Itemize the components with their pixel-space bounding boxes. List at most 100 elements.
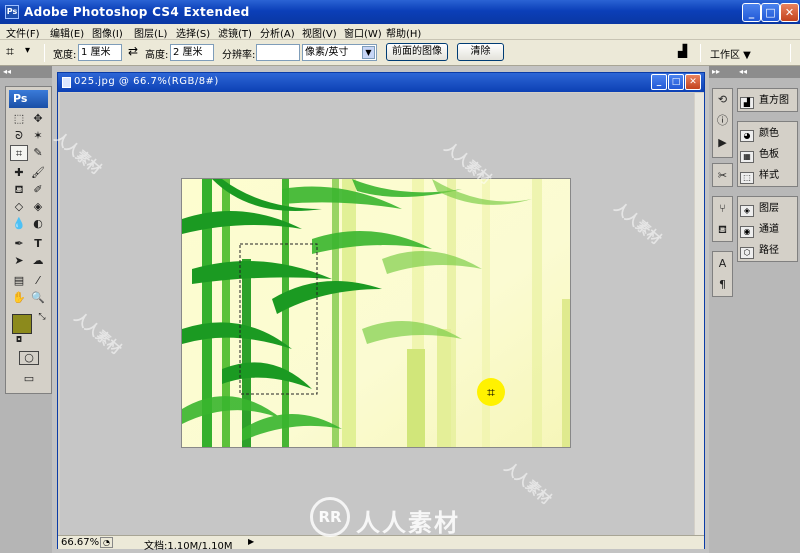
resolution-input[interactable] [256,44,300,61]
channels-icon: ◉ [740,226,754,238]
move-icon[interactable]: ✥ [29,111,47,127]
menu-file[interactable]: 文件(F) [6,25,40,40]
close-button[interactable]: ✕ [780,3,799,22]
menu-analysis[interactable]: 分析(A) [260,25,295,40]
slice-icon[interactable]: ✎ [29,145,47,161]
paragraph-icon[interactable]: ¶ [714,276,731,293]
tool-preset-chevron-icon[interactable]: ▾ [25,45,30,56]
watermark-text: 人人素材 [50,129,104,178]
styles-icon: ⬚ [740,172,754,184]
notes-icon[interactable]: ▤ [10,273,28,289]
menu-edit[interactable]: 编辑(E) [50,25,84,40]
status-arrow-icon[interactable]: ▶ [248,537,257,546]
menu-help[interactable]: 帮助(H) [386,25,421,40]
toolbox: Ps ⬚ ✥ ᘐ ✶ ⌗ ✎ ✚ 🖌 ⛾ ✐ ◇ ◈ 💧 ◐ ✒ T ➤ ☁ ▤… [5,86,52,394]
doc-close-button[interactable]: ✕ [685,74,701,90]
collapse-left-icon[interactable]: ◂◂ [0,66,52,78]
crop-icon[interactable]: ⌗ [6,44,14,60]
path-selection-icon[interactable]: ➤ [10,253,28,269]
panel-tab-channels[interactable]: ◉ 通道 [740,221,798,239]
height-input[interactable]: 2 厘米 [170,44,214,61]
magic-wand-icon[interactable]: ✶ [29,128,47,144]
foreground-color-swatch[interactable] [12,314,32,334]
options-bar: ⌗ ▾ 宽度: 1 厘米 ⇄ 高度: 2 厘米 分辨率: 像素/英寸 ▼ 前面的图… [0,40,800,66]
expand-icon[interactable]: ◂◂ [736,66,800,78]
pen-icon[interactable]: ✒ [10,236,28,252]
canvas-area[interactable]: ⌗ 人人素材 人人素材 人人素材 人人素材 人人素材 [51,93,694,536]
bamboo-image[interactable]: ⌗ [181,178,571,448]
lasso-icon[interactable]: ᘐ [10,128,28,144]
ps-app-icon: Ps [5,5,19,19]
quick-mask-icon[interactable]: ○ [19,351,39,365]
tools-preset-icon[interactable]: ✂ [714,167,731,184]
watermark-logo: RR [310,497,350,537]
status-icon[interactable]: ◔ [100,537,113,548]
watermark-text: 人人素材 [70,309,124,358]
paths-icon: ⬡ [740,247,754,259]
minimize-button[interactable]: _ [742,3,761,22]
eyedropper-icon[interactable]: ⁄ [29,273,47,289]
menu-filter[interactable]: 滤镜(T) [218,25,252,40]
blur-icon[interactable]: 💧 [10,216,28,232]
width-input[interactable]: 1 厘米 [78,44,122,61]
menu-layer[interactable]: 图层(L) [134,25,167,40]
panel-tab-styles[interactable]: ⬚ 样式 [740,167,798,185]
menu-view[interactable]: 视图(V) [302,25,337,40]
document-icon [62,77,71,88]
doc-minimize-button[interactable]: _ [651,74,667,90]
panel-tab-layers[interactable]: ◈ 图层 [740,200,798,218]
panel-tab-swatches[interactable]: ▦ 色板 [740,146,798,164]
panel-group-layers: ◈ 图层 ◉ 通道 ⬡ 路径 [737,196,798,262]
panel-tab-histogram[interactable]: ▟ 直方图 [740,92,798,110]
type-icon[interactable]: T [29,236,47,252]
chevron-down-icon[interactable]: ▼ [362,46,375,59]
clone-stamp-icon[interactable]: ⛾ [10,182,28,198]
menu-window[interactable]: 窗口(W) [344,25,382,40]
doc-maximize-button[interactable]: □ [668,74,684,90]
history-icon[interactable]: ⟲ [714,91,731,108]
collapse-icon[interactable]: ▸▸ [709,66,736,78]
custom-shape-icon[interactable]: ☁ [29,253,47,269]
bamboo-illustration: ⌗ [182,179,570,447]
watermark-brand: 人人素材 [356,509,460,537]
workspace-menu[interactable]: 工作区 ▼ [710,46,751,61]
crop-tool-icon[interactable]: ⌗ [10,145,28,161]
title-bar: Ps Adobe Photoshop CS4 Extended _ □ ✕ [0,0,800,24]
clone-source-icon[interactable]: ⛾ [714,221,731,238]
crop-cursor-icon: ⌗ [487,385,495,401]
dodge-icon[interactable]: ◐ [29,216,47,232]
actions-icon[interactable]: ▶ [714,134,731,151]
zoom-level[interactable]: 66.67% [61,537,99,548]
swap-icon[interactable]: ⇄ [128,44,138,58]
brushes-icon[interactable]: ⑂ [714,200,731,217]
default-colors-icon[interactable]: ◘ [10,332,28,348]
healing-brush-icon[interactable]: ✚ [10,165,28,181]
panel-tab-color[interactable]: ◕ 颜色 [740,125,798,143]
document-title-bar: 025.jpg @ 66.7%(RGB/8#) _ □ ✕ [58,73,704,92]
paint-bucket-icon[interactable]: ◈ [29,199,47,215]
zoom-icon[interactable]: 🔍 [29,290,47,306]
unit-select[interactable]: 像素/英寸 ▼ [302,44,377,61]
front-image-button[interactable]: 前面的图像 [386,43,448,61]
menu-image[interactable]: 图像(I) [92,25,123,40]
eraser-icon[interactable]: ◇ [10,199,28,215]
document-info: 文档:1.10M/1.10M [144,541,233,552]
menu-select[interactable]: 选择(S) [176,25,210,40]
marquee-icon[interactable]: ⬚ [10,111,28,127]
width-label: 宽度: [53,50,77,61]
hand-icon[interactable]: ✋ [10,290,28,306]
swatches-icon: ▦ [740,151,754,163]
workspace-icon: ▟ [678,44,688,58]
swap-colors-icon[interactable]: ⤡ [33,309,51,325]
clear-button[interactable]: 清除 [457,43,504,61]
info-icon[interactable]: ⓘ [714,112,731,129]
screen-mode-icon[interactable]: ▭ [19,371,39,385]
history-brush-icon[interactable]: ✐ [29,182,47,198]
icon-group-3: ⑂ ⛾ [712,196,733,242]
window-title: Adobe Photoshop CS4 Extended [24,5,250,19]
brush-icon[interactable]: 🖌 [29,165,47,181]
vertical-scrollbar[interactable] [695,93,704,536]
character-icon[interactable]: A [714,255,731,272]
maximize-button[interactable]: □ [761,3,780,22]
panel-tab-paths[interactable]: ⬡ 路径 [740,242,798,260]
